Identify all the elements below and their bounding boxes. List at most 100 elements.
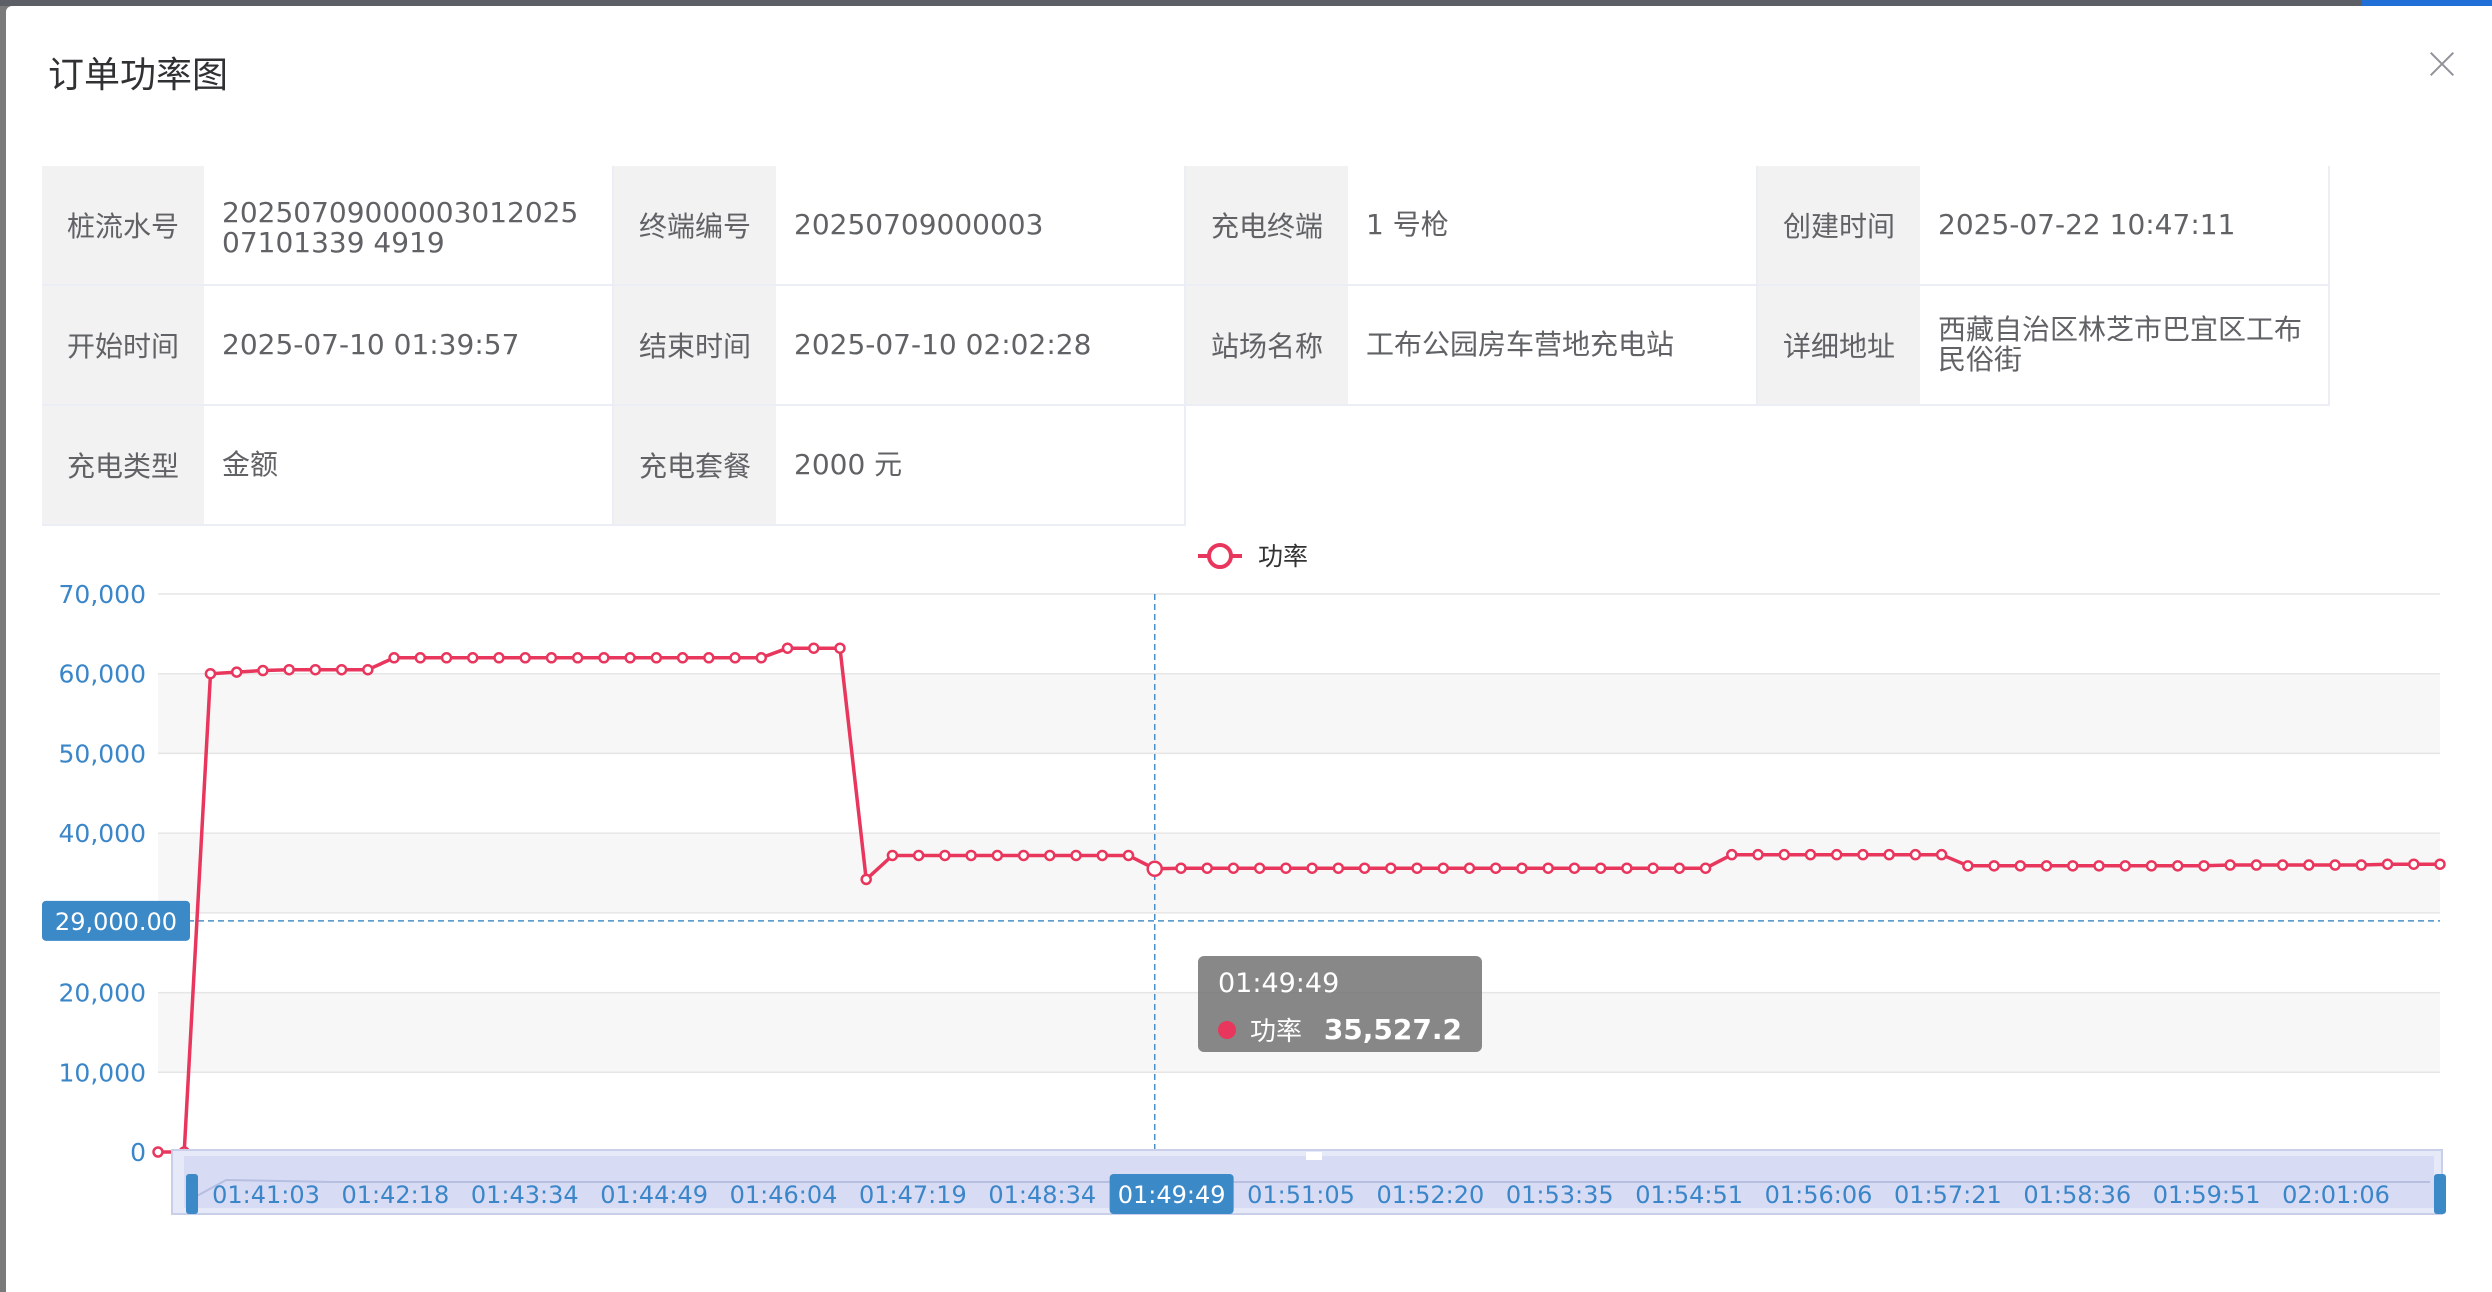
x-tick-label: 01:51:05 [1247,1181,1355,1209]
tooltip-value: 35,527.2 [1323,1013,1462,1046]
x-tick-label: 02:01:06 [2282,1181,2390,1209]
charging-type-label: 充电类型 [42,406,204,526]
data-point [1516,862,1528,874]
data-point [335,663,348,676]
x-tick-label: 01:53:35 [1506,1181,1614,1209]
charging-package-label: 充电套餐 [614,406,776,526]
data-point [2171,860,2184,872]
data-point [2303,859,2315,871]
data-point [781,642,794,654]
data-point [1253,862,1266,874]
data-point [1909,848,1922,861]
data-point [1647,862,1659,874]
data-point [152,1146,164,1158]
y-tick-label: 20,000 [59,979,146,1008]
data-point [624,652,636,664]
data-point [2408,858,2420,870]
data-point [1542,862,1554,874]
terminal-number-value: 20250709000003 [776,166,1186,286]
data-point [939,849,951,862]
data-point [1489,862,1502,874]
x-tick-label: 01:52:20 [1376,1181,1484,1209]
data-point [1437,862,1450,874]
tooltip-series-dot [1218,1020,1236,1039]
power-chart[interactable]: 010,00020,00030,00040,00050,00060,00070,… [0,530,2492,1250]
address-label: 详细地址 [1758,286,1920,406]
data-point [2119,860,2131,872]
dialog-title: 订单功率图 [48,55,229,96]
station-name-value: 工布公园房车营地充电站 [1348,286,1758,406]
grid-band [158,833,2440,913]
zoom-handle-left [186,1174,198,1214]
data-point [1962,860,1974,872]
data-point [2276,859,2289,871]
charging-package-value: 2000 元 [776,406,1186,526]
close-icon[interactable] [2426,48,2458,80]
x-tick-label: 01:47:19 [859,1181,967,1209]
x-tick-label: 01:58:36 [2023,1181,2131,1209]
data-point [1146,860,1163,878]
data-point [1411,862,1423,874]
data-point [440,652,453,664]
data-point [414,652,427,664]
data-point [834,642,846,654]
data-point [1988,860,2000,872]
y-tick-label: 10,000 [59,1058,146,1087]
end-time-value: 2025-07-10 02:02:28 [776,286,1186,406]
station-name-label: 站场名称 [1186,286,1348,406]
zoom-handle-right [2434,1174,2446,1214]
data-point [2040,860,2053,872]
x-cursor-label: 01:49:49 [1118,1181,1226,1209]
data-point [1070,849,1082,862]
x-tick-label: 01:48:34 [988,1181,1096,1209]
data-point [257,664,269,677]
pile-serial-value: 2025070900000301202507101339 4919 [204,166,614,286]
data-point [1699,862,1712,874]
data-point [283,663,295,676]
data-point [965,849,977,862]
data-point [1306,862,1318,874]
data-point [1935,848,1948,861]
data-point [2014,860,2027,872]
x-tick-label: 01:44:49 [600,1181,708,1209]
data-point [1752,848,1764,861]
tooltip-time: 01:49:49 [1218,968,1340,999]
data-point [676,652,689,664]
created-time-value: 2025-07-22 10:47:11 [1920,166,2330,286]
end-time-label: 结束时间 [614,286,776,406]
data-point [467,652,479,664]
tooltip-series-name: 功率 [1250,1017,1303,1047]
chart-tooltip: 01:49:49 功率 35,527.2 [1198,956,1482,1052]
charging-terminal-value: 1 号枪 [1348,166,1758,286]
data-point [2067,860,2079,872]
x-tick-label: 01:42:18 [341,1181,449,1209]
data-point [1726,848,1738,861]
data-point [755,652,768,664]
data-point [2434,858,2446,870]
y-cursor-label: 29,000.00 [55,908,177,936]
data-point [1463,862,1476,874]
data-point [991,849,1004,862]
data-point [2250,859,2263,871]
data-point [1883,848,1895,861]
data-point [1830,848,1843,861]
data-point [2355,859,2368,871]
charging-type-value: 金额 [204,406,614,526]
x-tick-label: 01:46:04 [730,1181,838,1209]
data-point [729,652,741,664]
data-point [1594,862,1607,874]
data-point [1385,862,1397,874]
data-point [807,642,820,654]
data-point [1568,862,1581,874]
start-time-label: 开始时间 [42,286,204,406]
data-point [2198,860,2210,872]
x-tick-label: 01:54:51 [1635,1181,1743,1209]
pile-serial-label: 桩流水号 [42,166,204,286]
data-point [1017,849,1030,862]
x-tick-label: 01:41:03 [212,1181,320,1209]
legend-label: 功率 [1258,542,1308,571]
y-tick-label: 70,000 [59,580,146,609]
x-tick-label: 01:43:34 [471,1181,579,1209]
data-point [388,652,400,664]
x-tick-label: 01:59:51 [2153,1181,2261,1209]
